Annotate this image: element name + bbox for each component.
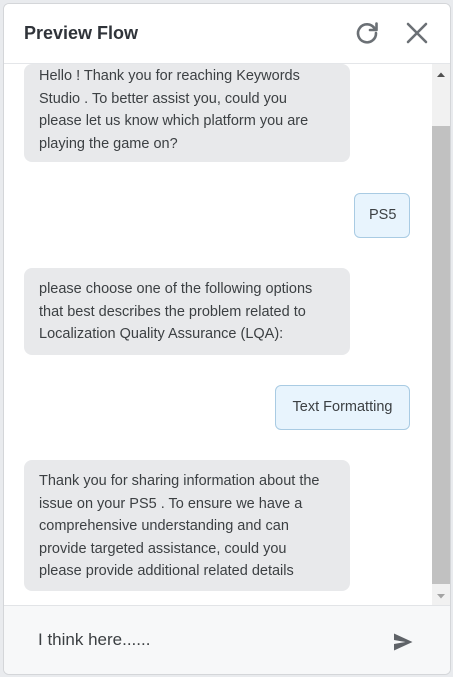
- scroll-down-button[interactable]: [432, 587, 450, 605]
- send-button[interactable]: [391, 630, 415, 654]
- bot-message: please choose one of the following optio…: [24, 268, 350, 355]
- refresh-button[interactable]: [352, 18, 382, 48]
- message-list: Hello ! Thank you for reaching Keywords …: [4, 64, 432, 605]
- user-message: Text Formatting: [275, 385, 410, 430]
- scroll-down-arrow-icon: [437, 594, 445, 599]
- panel-header: Preview Flow: [4, 4, 450, 64]
- panel-title: Preview Flow: [24, 23, 139, 43]
- message-composer: [4, 605, 450, 674]
- scroll-up-arrow-icon: [437, 72, 445, 77]
- scroll-up-button[interactable]: [432, 66, 450, 84]
- message-scrollbar[interactable]: [432, 64, 450, 605]
- refresh-icon: [356, 22, 378, 44]
- close-button[interactable]: [402, 18, 432, 48]
- preview-flow-panel: Preview Flow Hello ! Thank you for reach…: [3, 3, 451, 675]
- bot-message: Hello ! Thank you for reaching Keywords …: [24, 64, 350, 162]
- bot-message: Thank you for sharing information about …: [24, 460, 350, 591]
- close-icon: [406, 22, 428, 44]
- message-input[interactable]: [18, 618, 378, 662]
- send-icon: [394, 633, 413, 651]
- scroll-thumb[interactable]: [432, 126, 450, 584]
- user-message: PS5: [354, 193, 410, 238]
